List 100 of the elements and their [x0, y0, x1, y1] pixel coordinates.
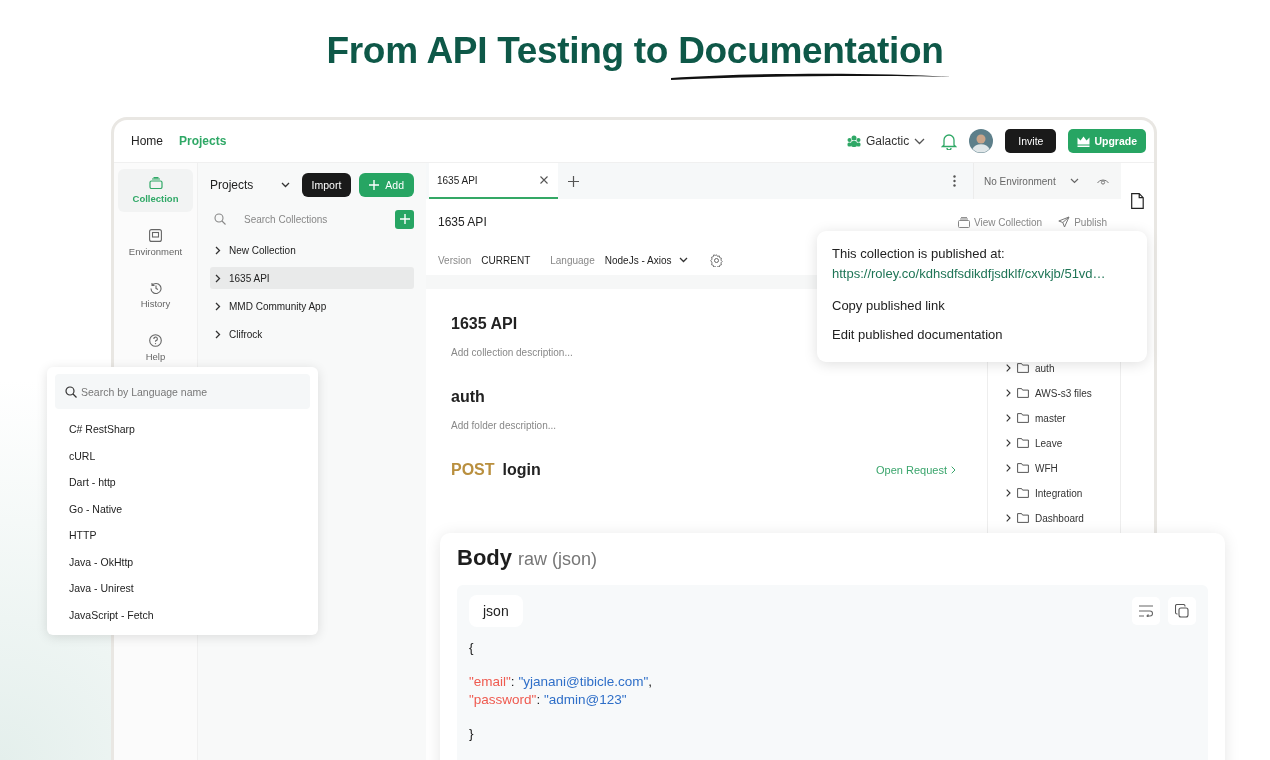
help-icon	[149, 334, 162, 347]
popover-menu-item[interactable]: Copy published link	[832, 298, 1132, 313]
chevron-icon	[215, 245, 221, 255]
publish-button[interactable]: Publish	[1058, 216, 1107, 228]
folder-item[interactable]: Dashboard	[1006, 507, 1120, 529]
chevron-icon	[951, 466, 956, 474]
chevron-icon	[215, 301, 221, 311]
request-tab[interactable]: 1635 API	[429, 163, 558, 199]
published-url-link[interactable]: https://roley.co/kdhsdfsdikdfjsdklf/cxvkjb/51vd…	[832, 266, 1132, 281]
code-line: {	[469, 639, 475, 657]
chevron-icon	[1006, 364, 1011, 372]
more-icon[interactable]	[953, 175, 956, 187]
collection-icon	[958, 216, 970, 228]
language-option[interactable]: JavaScript - Fetch	[55, 601, 310, 628]
folder-icon	[1017, 413, 1029, 423]
http-method: POST	[451, 461, 495, 479]
language-option[interactable]: HTTP	[55, 522, 310, 549]
search-icon	[214, 213, 226, 225]
copy-icon	[1175, 604, 1189, 618]
tree-item[interactable]: MMD Community App	[210, 295, 414, 317]
workspace-selector[interactable]: Galactic	[846, 134, 926, 148]
caret-icon	[1070, 178, 1079, 184]
version-value: CURRENT	[481, 254, 531, 266]
tree-item[interactable]: New Collection	[210, 239, 414, 261]
caret-icon	[679, 257, 689, 263]
import-button[interactable]: Import	[301, 173, 352, 197]
view-collection-button[interactable]: View Collection	[958, 216, 1043, 228]
request-title: login	[502, 461, 541, 479]
tree-item[interactable]: 1635 API	[210, 267, 414, 289]
eye-icon[interactable]	[1097, 177, 1109, 185]
history-icon	[149, 282, 162, 294]
settings-icon[interactable]	[710, 253, 724, 267]
code-line: "password": "admin@123"	[469, 691, 628, 709]
environment-icon	[149, 229, 162, 242]
new-collection-button[interactable]	[395, 209, 414, 229]
caret-icon[interactable]	[280, 182, 290, 188]
environment-dropdown[interactable]: No Environment	[984, 175, 1079, 187]
folder-icon	[1017, 363, 1029, 373]
team-icon	[846, 135, 861, 147]
language-option[interactable]: cURL	[55, 442, 310, 469]
nav-link[interactable]: Home	[131, 134, 163, 148]
invite-button[interactable]: Invite	[1005, 129, 1057, 153]
bell-icon[interactable]	[941, 132, 958, 150]
send-icon	[1058, 216, 1071, 228]
chevron-icon	[1006, 489, 1011, 497]
language-option[interactable]: Java - OkHttp	[55, 548, 310, 575]
code-line: }	[469, 725, 475, 743]
crown-icon	[1077, 135, 1091, 147]
chevron-icon	[1006, 439, 1011, 447]
chevron-icon	[1006, 514, 1011, 522]
folder-icon	[1017, 388, 1029, 398]
language-option[interactable]: Java - Unirest	[55, 575, 310, 602]
chevron-icon	[215, 273, 221, 283]
folder-icon	[1017, 488, 1029, 498]
folder-item[interactable]: master	[1006, 407, 1120, 429]
avatar[interactable]	[969, 129, 994, 153]
rail-item[interactable]: Help	[118, 326, 193, 370]
collection-icon	[148, 177, 163, 189]
folder-item[interactable]: Integration	[1006, 482, 1120, 504]
add-tab-icon[interactable]	[568, 175, 579, 187]
language-option[interactable]: Go - Native	[55, 495, 310, 522]
collection-heading: 1635 API	[451, 315, 519, 333]
folder-title: auth	[451, 388, 486, 406]
wrap-icon	[1138, 605, 1154, 617]
rail-label: Help	[145, 351, 166, 362]
version-label: Version	[438, 254, 472, 266]
projects-dropdown[interactable]: Projects	[210, 178, 273, 192]
chevron-icon	[1006, 414, 1011, 422]
body-subtitle: raw (json)	[518, 549, 597, 570]
rail-item[interactable]: History	[118, 274, 193, 317]
language-option[interactable]: C# RestSharp	[55, 416, 310, 443]
plus-icon	[369, 180, 380, 190]
search-field[interactable]: Search Collections	[236, 213, 385, 225]
copy-button[interactable]	[1168, 597, 1196, 625]
popover-menu-item[interactable]: Edit published documentation	[832, 327, 1132, 342]
rail-label: History	[140, 298, 171, 309]
close-icon[interactable]	[540, 176, 548, 184]
folder-icon	[1017, 438, 1029, 448]
language-option[interactable]: Dart - http	[55, 469, 310, 496]
folder-item[interactable]: Leave	[1006, 432, 1120, 454]
popover-heading: This collection is published at:	[832, 246, 1006, 261]
body-title: Body	[457, 545, 512, 571]
code-line: "email": "yjanani@tibicle.com",	[469, 673, 653, 691]
folder-item[interactable]: AWS-s3 files	[1006, 382, 1120, 404]
tree-item[interactable]: Clifrock	[210, 323, 414, 345]
folder-icon	[1017, 513, 1029, 523]
rail-label: Collection	[132, 193, 179, 204]
folder-item[interactable]: WFH	[1006, 457, 1120, 479]
collection-title: 1635 API	[438, 215, 487, 229]
language-dropdown[interactable]: NodeJs - Axios	[604, 254, 689, 266]
plus-icon	[399, 214, 410, 224]
chevron-icon	[1006, 389, 1011, 397]
rail-label: Environment	[128, 246, 183, 257]
folder-item[interactable]: auth	[1006, 357, 1120, 379]
chevron-icon	[215, 329, 221, 339]
description-field[interactable]: Add folder description...	[451, 420, 956, 431]
chevron-icon	[1006, 464, 1011, 472]
document-icon[interactable]	[1131, 193, 1144, 209]
language-search-field[interactable]: Search by Language name	[55, 374, 310, 409]
rail-item[interactable]: Environment	[118, 221, 193, 265]
